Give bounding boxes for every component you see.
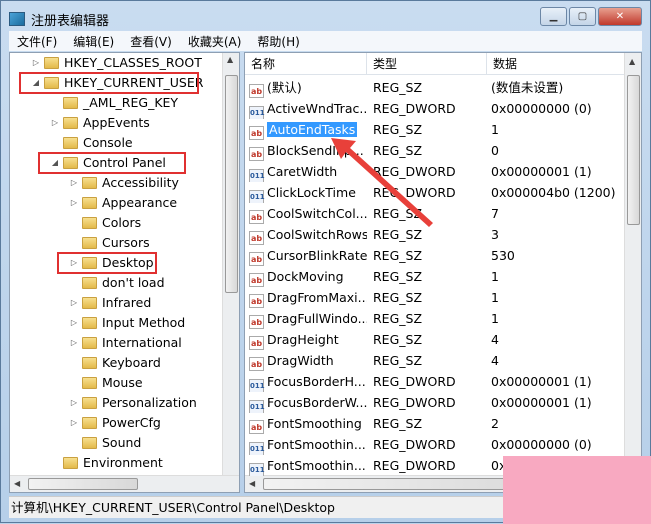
watermark-overlay xyxy=(503,456,651,524)
registry-editor-window: 注册表编辑器 ▁ ▢ ✕ 文件(F) 编辑(E) 查看(V) 收藏夹(A) 帮助… xyxy=(0,0,651,524)
annotation-arrow xyxy=(331,138,433,227)
